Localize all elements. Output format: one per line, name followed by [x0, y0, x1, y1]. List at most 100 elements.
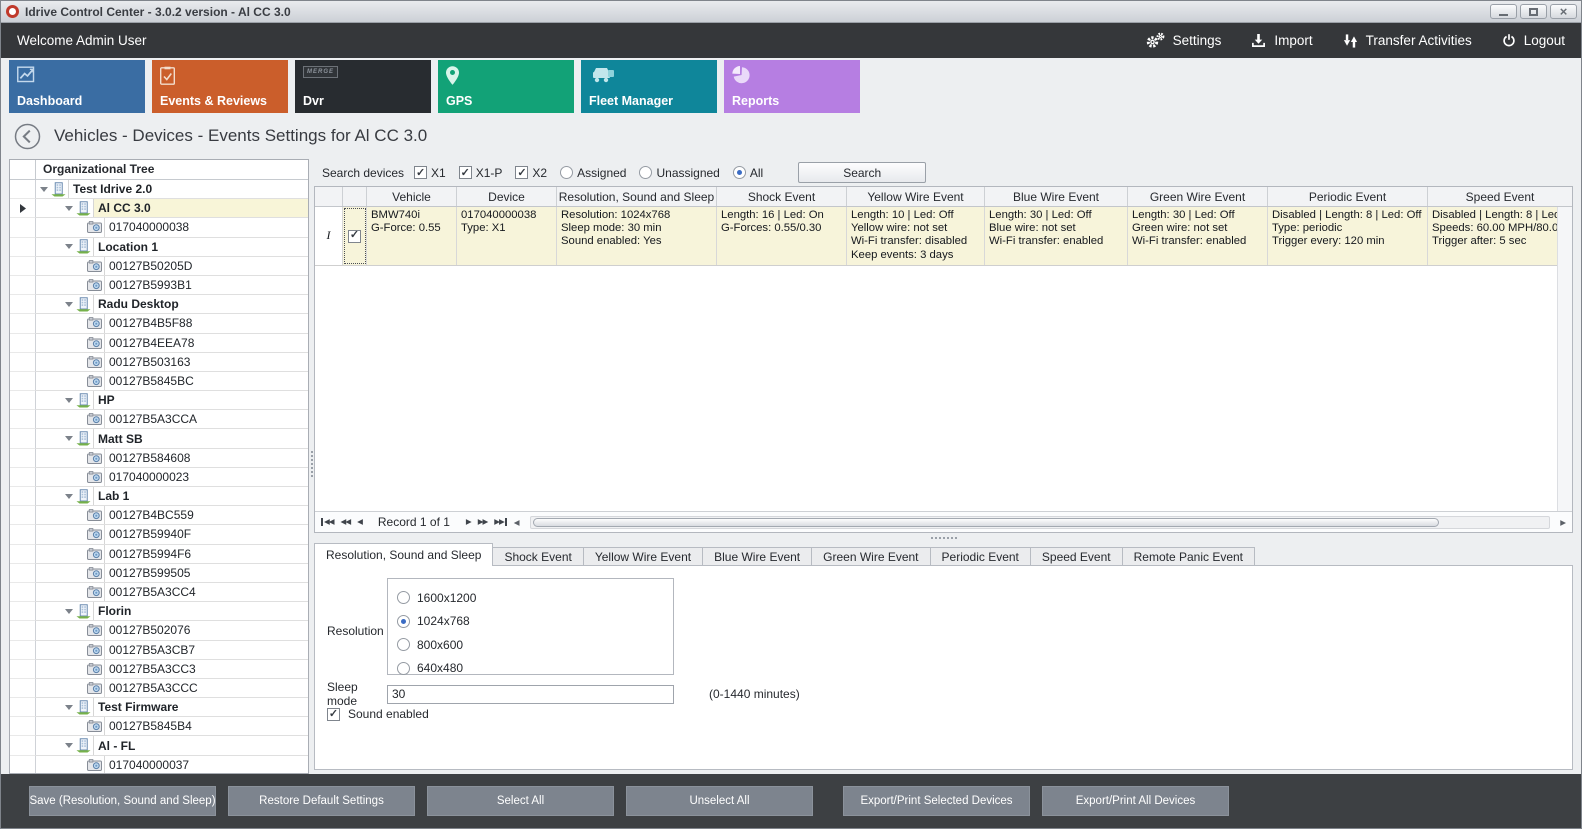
- column-header-resolution-sound-and-sleep[interactable]: Resolution, Sound and Sleep: [557, 187, 717, 206]
- checkbox-x2[interactable]: [515, 166, 528, 179]
- tile-fleet-manager[interactable]: Fleet Manager: [581, 60, 717, 113]
- last-record-icon[interactable]: ▶▶: [494, 518, 507, 526]
- resolution-radio-1600x1200[interactable]: [397, 591, 410, 604]
- footer-button-save-resolution-sound-and-sleep[interactable]: Save (Resolution, Sound and Sleep): [29, 786, 216, 816]
- tree-row-00127b5a3cc4[interactable]: 00127B5A3CC4: [10, 583, 308, 602]
- column-header-periodic-event[interactable]: Periodic Event: [1268, 187, 1428, 206]
- tree-row-00127b502076[interactable]: 00127B502076: [10, 621, 308, 640]
- column-header-yellow-wire-event[interactable]: Yellow Wire Event: [847, 187, 985, 206]
- tree-row-00127b4bc559[interactable]: 00127B4BC559: [10, 506, 308, 525]
- tab-blue-wire-event[interactable]: Blue Wire Event: [702, 547, 812, 566]
- maximize-button[interactable]: [1520, 4, 1547, 19]
- collapse-arrow-icon[interactable]: [62, 705, 76, 710]
- tree-row-00127b5a3ccc[interactable]: 00127B5A3CCC: [10, 679, 308, 698]
- collapse-arrow-icon[interactable]: [62, 494, 76, 499]
- resolution-radio-800x600[interactable]: [397, 638, 410, 651]
- sound-enabled-checkbox[interactable]: [327, 708, 340, 721]
- column-header-vehicle[interactable]: Vehicle: [367, 187, 457, 206]
- resolution-radio-640x480[interactable]: [397, 662, 410, 675]
- horizontal-splitter[interactable]: [314, 533, 1573, 543]
- grid-horizontal-scrollbar[interactable]: [530, 516, 1551, 529]
- grid-vertical-scrollbar[interactable]: [1557, 207, 1572, 511]
- column-header-shock-event[interactable]: Shock Event: [717, 187, 847, 206]
- collapse-arrow-icon[interactable]: [62, 436, 76, 441]
- footer-button-restore-default-settings[interactable]: Restore Default Settings: [228, 786, 415, 816]
- tab-resolution-sound-and-sleep[interactable]: Resolution, Sound and Sleep: [314, 543, 493, 566]
- hscroll-right-arrow-icon[interactable]: ▶: [1560, 518, 1566, 527]
- tree-row-00127b4eea78[interactable]: 00127B4EEA78: [10, 334, 308, 353]
- tree-row-test-idrive-2-0[interactable]: Test Idrive 2.0: [10, 180, 308, 199]
- tile-reports[interactable]: Reports: [724, 60, 860, 113]
- next-page-icon[interactable]: ▶▶: [478, 518, 488, 526]
- collapse-arrow-icon[interactable]: [62, 302, 76, 307]
- tree-row-017040000038[interactable]: 017040000038: [10, 218, 308, 237]
- tile-dashboard[interactable]: Dashboard: [9, 60, 145, 113]
- tree-row-00127b5845bc[interactable]: 00127B5845BC: [10, 372, 308, 391]
- tree-row-al-cc-3-0[interactable]: Al CC 3.0: [10, 199, 308, 218]
- tree-row-017040000023[interactable]: 017040000023: [10, 468, 308, 487]
- hscroll-thumb[interactable]: [533, 518, 1440, 527]
- column-header-blue-wire-event[interactable]: Blue Wire Event: [985, 187, 1128, 206]
- settings-button[interactable]: Settings: [1145, 32, 1222, 49]
- tree-row-matt-sb[interactable]: Matt SB: [10, 429, 308, 448]
- collapse-arrow-icon[interactable]: [62, 206, 76, 211]
- tile-events-reviews[interactable]: Events & Reviews: [152, 60, 288, 113]
- tree-row-al-fl[interactable]: Al - FL: [10, 736, 308, 755]
- row-select-checkbox[interactable]: [348, 230, 361, 243]
- sleep-mode-input[interactable]: [387, 685, 674, 704]
- radio-unassigned[interactable]: [639, 166, 652, 179]
- previous-record-icon[interactable]: ◀: [357, 518, 362, 526]
- tree-row-017040000037[interactable]: 017040000037: [10, 756, 308, 774]
- tree-row-00127b5994f6[interactable]: 00127B5994F6: [10, 545, 308, 564]
- tree-row-lab-1[interactable]: Lab 1: [10, 487, 308, 506]
- footer-button-unselect-all[interactable]: Unselect All: [626, 786, 813, 816]
- resolution-option-800x600[interactable]: 800x600: [397, 633, 673, 657]
- tile-dvr[interactable]: MERGEDvr: [295, 60, 431, 113]
- radio-assigned[interactable]: [560, 166, 573, 179]
- logout-button[interactable]: Logout: [1502, 33, 1565, 48]
- tree-row-00127b4b5f88[interactable]: 00127B4B5F88: [10, 314, 308, 333]
- tree-row-00127b584608[interactable]: 00127B584608: [10, 449, 308, 468]
- tree-row-hp[interactable]: HP: [10, 391, 308, 410]
- tile-gps[interactable]: GPS: [438, 60, 574, 113]
- tab-green-wire-event[interactable]: Green Wire Event: [811, 547, 930, 566]
- tab-remote-panic-event[interactable]: Remote Panic Event: [1122, 547, 1255, 566]
- tree-row-00127b503163[interactable]: 00127B503163: [10, 353, 308, 372]
- tree-row-florin[interactable]: Florin: [10, 602, 308, 621]
- radio-all[interactable]: [733, 166, 746, 179]
- previous-page-icon[interactable]: ◀◀: [341, 518, 351, 526]
- tree-row-radu-desktop[interactable]: Radu Desktop: [10, 295, 308, 314]
- back-button[interactable]: [14, 123, 41, 150]
- next-record-icon[interactable]: ▶: [466, 518, 471, 526]
- tree-row-00127b59940f[interactable]: 00127B59940F: [10, 525, 308, 544]
- tab-speed-event[interactable]: Speed Event: [1030, 547, 1123, 566]
- tab-shock-event[interactable]: Shock Event: [492, 547, 583, 566]
- resolution-option-1024x768[interactable]: 1024x768: [397, 610, 673, 634]
- tree-row-00127b5845b4[interactable]: 00127B5845B4: [10, 717, 308, 736]
- resolution-option-640x480[interactable]: 640x480: [397, 657, 673, 681]
- resolution-option-1600x1200[interactable]: 1600x1200: [397, 586, 673, 610]
- minimize-button[interactable]: [1490, 4, 1517, 19]
- checkbox-x1[interactable]: [414, 166, 427, 179]
- tree-row-00127b50205d[interactable]: 00127B50205D: [10, 257, 308, 276]
- collapse-arrow-icon[interactable]: [62, 743, 76, 748]
- resolution-radio-1024x768[interactable]: [397, 615, 410, 628]
- collapse-arrow-icon[interactable]: [37, 187, 51, 192]
- footer-button-select-all[interactable]: Select All: [427, 786, 614, 816]
- checkbox-x1-p[interactable]: [459, 166, 472, 179]
- tree-row-00127b599505[interactable]: 00127B599505: [10, 564, 308, 583]
- collapse-arrow-icon[interactable]: [62, 609, 76, 614]
- tree-row-00127b5a3cca[interactable]: 00127B5A3CCA: [10, 410, 308, 429]
- column-header-speed-event[interactable]: Speed Event: [1428, 187, 1572, 206]
- footer-button-export-print-selected-devices[interactable]: Export/Print Selected Devices: [843, 786, 1030, 816]
- collapse-arrow-icon[interactable]: [62, 398, 76, 403]
- collapse-arrow-icon[interactable]: [62, 244, 76, 249]
- tree-row-test-firmware[interactable]: Test Firmware: [10, 698, 308, 717]
- close-button[interactable]: [1550, 4, 1577, 19]
- tree-row-location-1[interactable]: Location 1: [10, 238, 308, 257]
- column-header-device[interactable]: Device: [457, 187, 557, 206]
- column-header-green-wire-event[interactable]: Green Wire Event: [1128, 187, 1268, 206]
- footer-button-export-print-all-devices[interactable]: Export/Print All Devices: [1042, 786, 1229, 816]
- tree-row-00127b5a3cb7[interactable]: 00127B5A3CB7: [10, 641, 308, 660]
- first-record-icon[interactable]: ◀◀: [321, 518, 334, 526]
